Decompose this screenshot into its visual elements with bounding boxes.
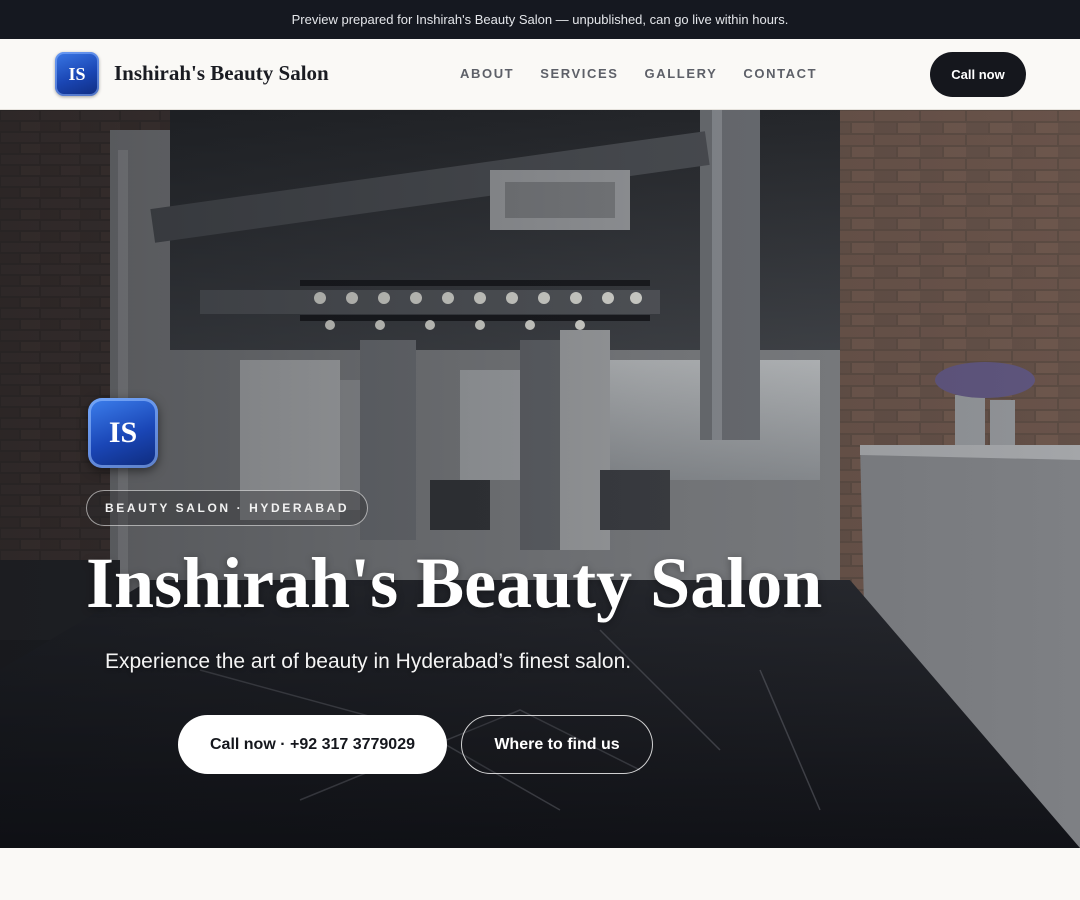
hero-tagline-pill: BEAUTY SALON · HYDERABAD	[86, 490, 369, 526]
nav-link-services[interactable]: SERVICES	[540, 66, 618, 81]
header-call-now-button[interactable]: Call now	[930, 52, 1026, 97]
site-header: IS Inshirah's Beauty Salon ABOUT SERVICE…	[0, 39, 1080, 110]
hero-subtitle: Experience the art of beauty in Hyderaba…	[105, 650, 632, 673]
preview-banner-text: Preview prepared for Inshirah's Beauty S…	[291, 12, 789, 27]
hero-location-button[interactable]: Where to find us	[461, 715, 653, 774]
logo-badge[interactable]: IS	[55, 52, 99, 96]
nav-link-about[interactable]: ABOUT	[460, 66, 514, 81]
hero-title: Inshirah's Beauty Salon	[86, 543, 823, 623]
hero-call-button[interactable]: Call now · +92 317 3779029	[178, 715, 447, 774]
hero-logo-initials: IS	[108, 416, 138, 449]
hero-section: IS BEAUTY SALON · HYDERABAD Inshirah's B…	[0, 110, 1080, 848]
brand-name[interactable]: Inshirah's Beauty Salon	[114, 61, 329, 86]
logo-initials: IS	[68, 63, 86, 84]
nav-link-gallery[interactable]: GALLERY	[645, 66, 718, 81]
main-nav: ABOUT SERVICES GALLERY CONTACT	[460, 66, 817, 81]
preview-banner: Preview prepared for Inshirah's Beauty S…	[0, 0, 1080, 39]
nav-link-contact[interactable]: CONTACT	[743, 66, 817, 81]
hero-logo-badge: IS	[88, 398, 158, 468]
